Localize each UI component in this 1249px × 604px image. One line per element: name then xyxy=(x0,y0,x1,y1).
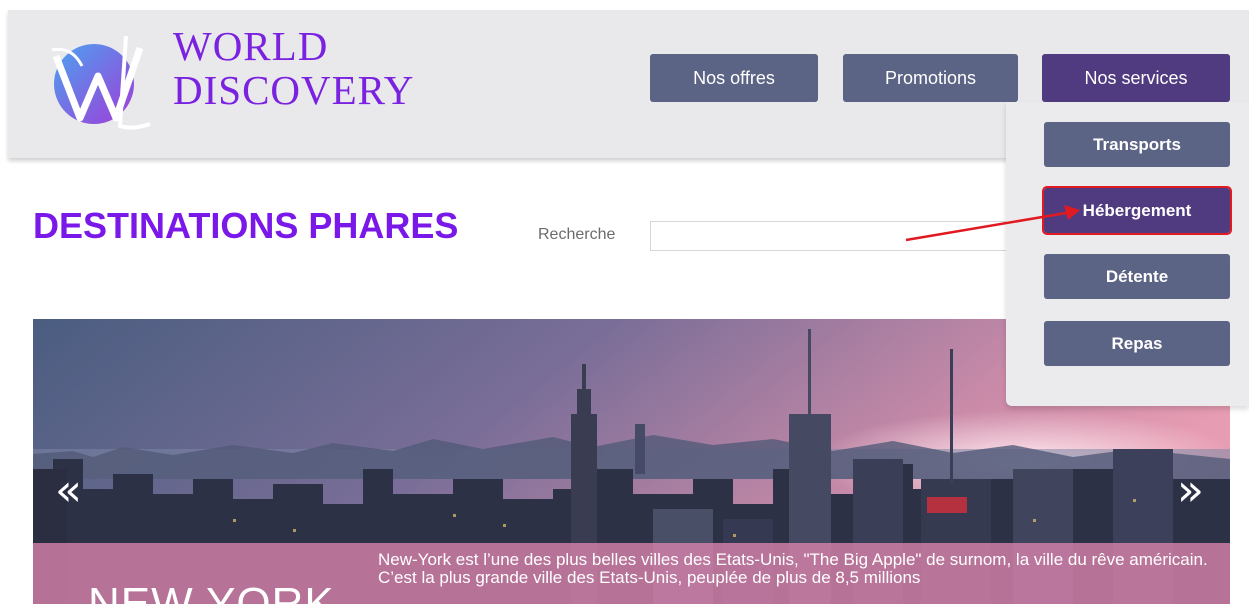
chevron-right-icon[interactable]: » xyxy=(1177,469,1204,513)
brand-line-2: DISCOVERY xyxy=(173,67,415,113)
menu-item-detente[interactable]: Détente xyxy=(1044,254,1230,299)
slide-title: NEW YORK xyxy=(88,579,335,604)
search-label: Recherche xyxy=(538,226,616,243)
page-title: DESTINATIONS PHARES xyxy=(33,205,459,246)
brand-line-1: WORLD xyxy=(173,23,329,69)
search-input[interactable] xyxy=(650,221,1030,251)
services-dropdown: Transports Hébergement Détente Repas xyxy=(1006,102,1249,406)
nav-nos-offres-button[interactable]: Nos offres xyxy=(650,54,818,102)
nav-nos-services-button[interactable]: Nos services xyxy=(1042,54,1230,102)
page: WORLD DISCOVERY Nos offres Promotions No… xyxy=(0,0,1249,604)
slide-caption: NEW YORK New-York est l’une des plus bel… xyxy=(33,543,1230,604)
nav-promotions-button[interactable]: Promotions xyxy=(843,54,1018,102)
brand-wordmark[interactable]: WORLD DISCOVERY xyxy=(173,24,414,112)
menu-item-hebergement[interactable]: Hébergement xyxy=(1042,186,1232,235)
menu-item-transports[interactable]: Transports xyxy=(1044,122,1230,167)
logo-icon[interactable] xyxy=(42,26,152,132)
slide-description: New-York est l’une des plus belles ville… xyxy=(378,550,1208,587)
chevron-left-icon[interactable]: « xyxy=(55,469,82,513)
menu-item-repas[interactable]: Repas xyxy=(1044,321,1230,366)
